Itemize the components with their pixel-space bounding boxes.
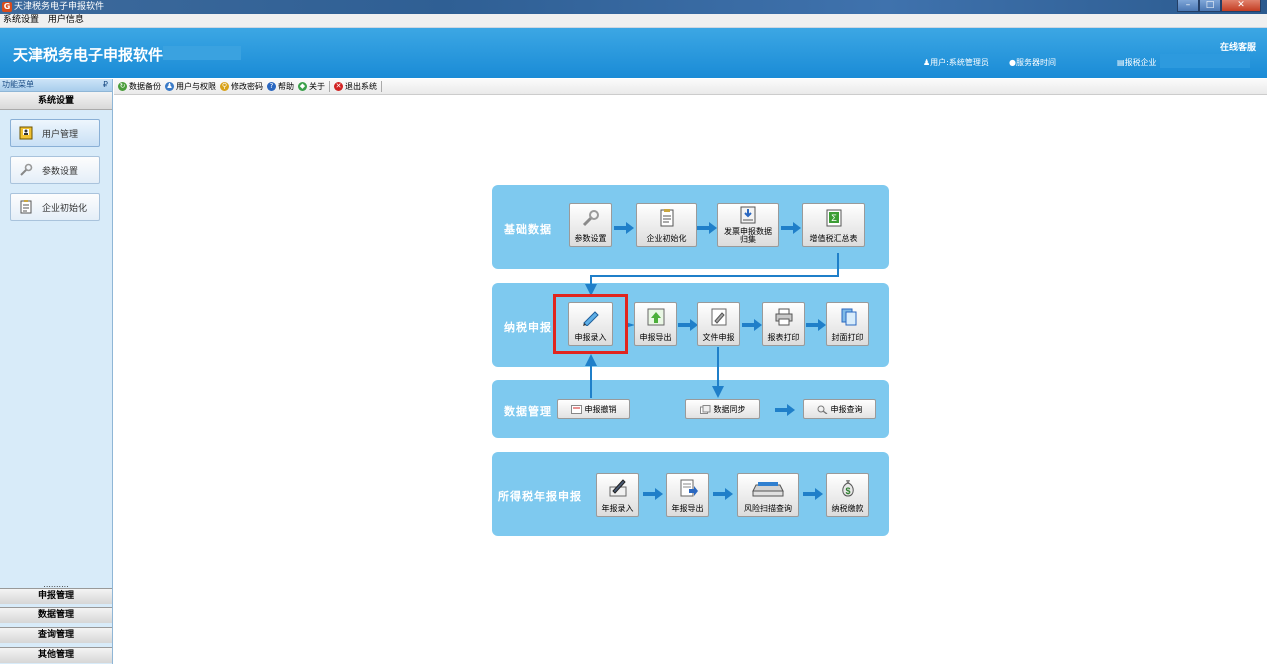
arrow-right-icon	[806, 319, 826, 331]
svg-text:Σ: Σ	[831, 213, 837, 223]
flow-risk-scan-button[interactable]: 风险扫描查询	[737, 473, 799, 517]
upload-icon	[647, 308, 664, 326]
document-edit-icon	[711, 308, 726, 326]
arrow-right-icon	[614, 222, 634, 234]
sign-pen-icon	[609, 479, 626, 497]
flow-parameter-settings-button[interactable]: 参数设置	[569, 203, 612, 247]
money-bag-icon: $	[841, 480, 854, 497]
button-label: 年报录入	[601, 504, 634, 513]
flow-annual-export-button[interactable]: 年报导出	[666, 473, 709, 517]
button-label: 纳税缴款	[831, 504, 864, 513]
button-label: 封面打印	[831, 333, 864, 342]
button-label: 风险扫描查询	[744, 504, 792, 513]
button-label: 文件申报	[702, 333, 735, 342]
flow-declaration-query-button[interactable]: 申报查询	[803, 399, 876, 419]
document-export-icon	[680, 479, 698, 497]
cover-pages-icon	[841, 308, 856, 326]
arrow-right-icon	[697, 222, 717, 234]
arrow-right-icon	[678, 319, 698, 331]
button-label: 增值税汇总表	[809, 234, 858, 243]
flow-enterprise-init-button[interactable]: 企业初始化	[636, 203, 697, 247]
highlight-declaration-entry	[553, 294, 628, 354]
scanner-icon	[752, 482, 784, 497]
flow-data-sync-button[interactable]: 数据同步	[685, 399, 760, 419]
download-icon	[740, 206, 756, 224]
button-label: 申报撤销	[584, 404, 617, 414]
clipboard-icon	[660, 209, 673, 227]
sync-icon	[699, 404, 710, 414]
sum-sheet-icon: Σ	[826, 209, 841, 227]
flow-file-declaration-button[interactable]: 文件申报	[697, 302, 740, 346]
flow-declaration-export-button[interactable]: 申报导出	[634, 302, 677, 346]
button-label: 报表打印	[767, 333, 800, 342]
connector-summary-to-entry	[585, 253, 839, 296]
arrow-right-icon	[713, 488, 733, 500]
wrench-icon	[582, 210, 599, 227]
button-label: 年报导出	[671, 504, 704, 513]
arrow-right-icon	[781, 222, 801, 234]
button-label: 申报导出	[639, 333, 672, 342]
flow-annual-entry-button[interactable]: 年报录入	[596, 473, 639, 517]
button-label: 企业初始化	[646, 234, 687, 243]
flow-report-print-button[interactable]: 报表打印	[762, 302, 805, 346]
flow-cover-print-button[interactable]: 封面打印	[826, 302, 869, 346]
flow-vat-summary-button[interactable]: Σ 增值税汇总表	[802, 203, 865, 247]
arrow-right-icon	[775, 404, 795, 416]
flow-revoke-declaration-button[interactable]: 申报撤销	[557, 399, 630, 419]
printer-icon	[775, 308, 792, 326]
button-label: 数据同步	[713, 404, 746, 414]
svg-text:$: $	[845, 486, 850, 496]
button-label: 发票申报数据 归集	[724, 227, 772, 244]
revoke-icon	[570, 404, 582, 414]
button-label: 申报查询	[830, 404, 863, 414]
flow-invoice-collection-button[interactable]: 发票申报数据 归集	[717, 203, 779, 247]
button-label: 参数设置	[574, 234, 607, 243]
search-icon	[817, 405, 827, 414]
arrow-right-icon	[643, 488, 663, 500]
arrow-right-icon	[742, 319, 762, 331]
arrow-right-icon	[803, 488, 823, 500]
flow-tax-payment-button[interactable]: $ 纳税缴款	[826, 473, 869, 517]
